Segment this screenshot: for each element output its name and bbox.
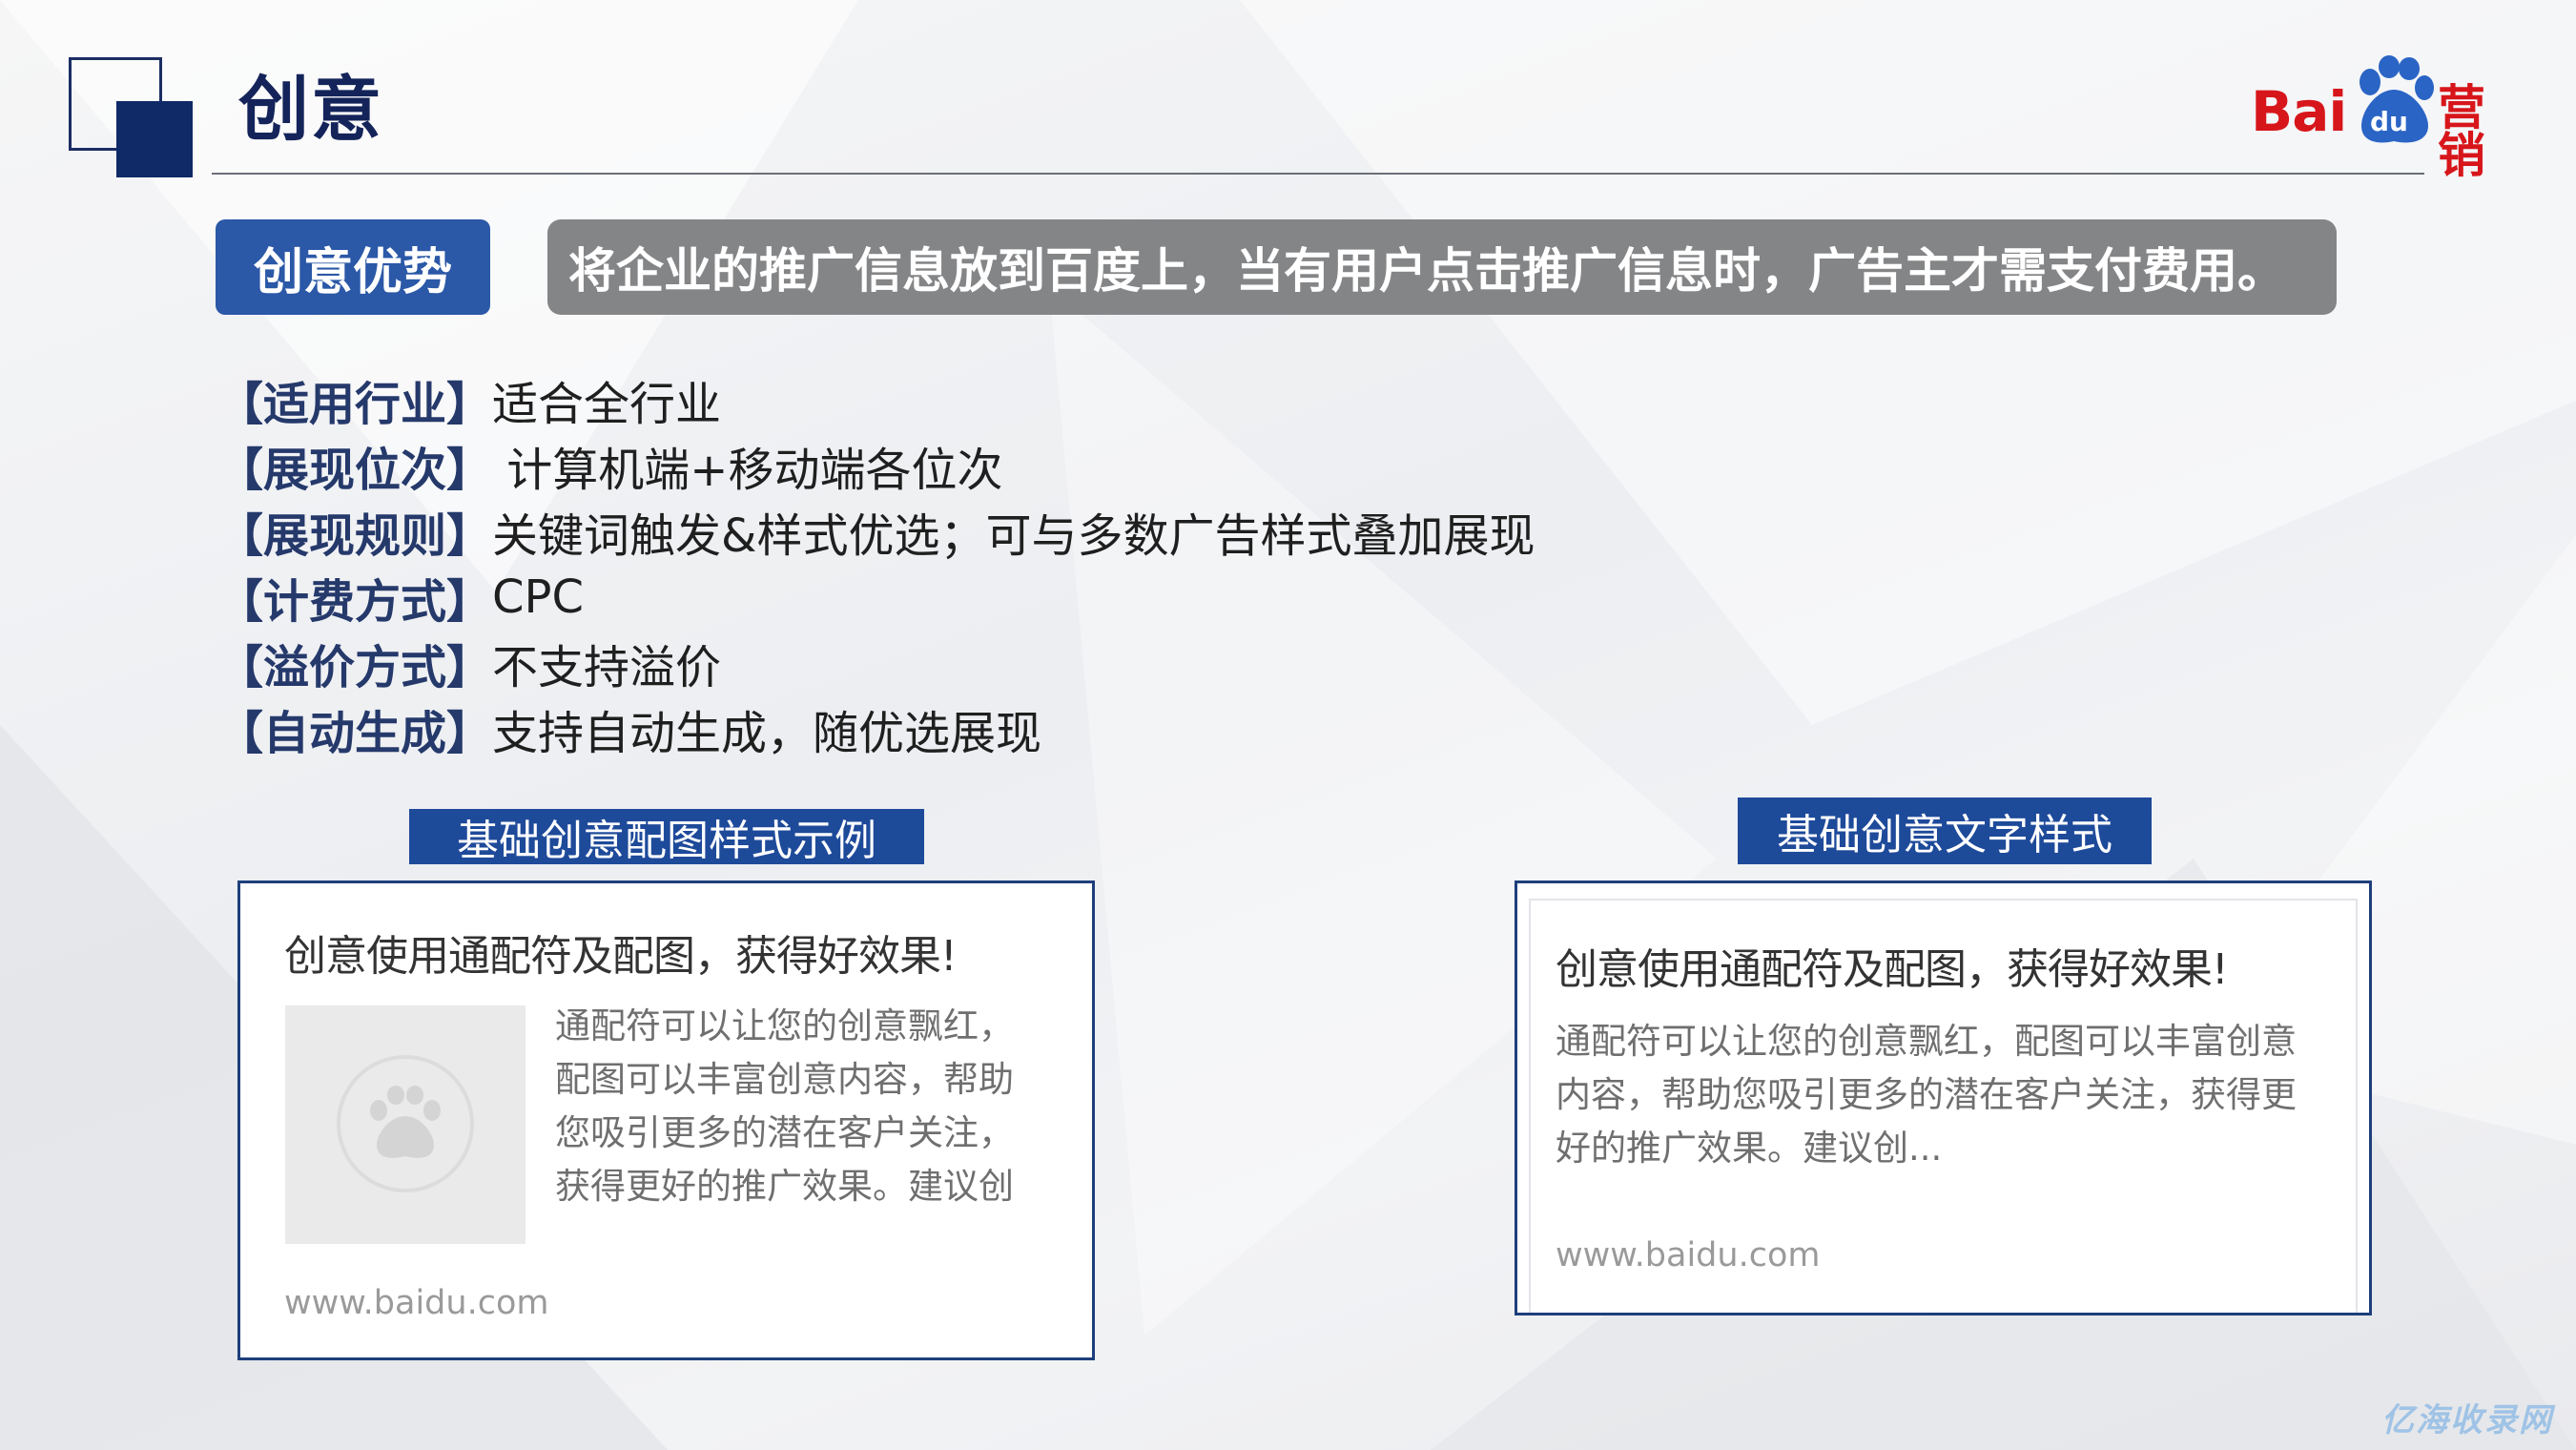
feature-value: 计算机端+移动端各位次 [492, 443, 1003, 497]
ad-description: 通配符可以让您的创意飘红，配图可以丰富创意 内容，帮助您吸引更多的潜在客户关注，… [1556, 1015, 2357, 1175]
advantage-description: 将企业的推广信息放到百度上，当有用户点击推广信息时，广告主才需支付费用。 [547, 219, 2337, 315]
header-square-fill [116, 101, 193, 177]
feature-row: 【自动生成】 支持自动生成，随优选展现 [217, 695, 1535, 761]
feature-row: 【计费方式】 CPC [217, 564, 1535, 630]
feature-key: 【自动生成】 [217, 706, 493, 760]
ad-url: www.baidu.com [284, 1284, 549, 1322]
text-style-ad-card: 创意使用通配符及配图，获得好效果! 通配符可以让您的创意飘红，配图可以丰富创意 … [1515, 880, 2372, 1315]
baidu-paw-icon [337, 1055, 474, 1192]
feature-value: 不支持溢价 [492, 640, 722, 694]
feature-key: 【适用行业】 [217, 377, 493, 431]
text-style-header: 基础创意文字样式 [1738, 798, 2152, 864]
logo-text-bai: Bai [2251, 79, 2347, 144]
watermark: 亿海收录网 [2381, 1401, 2553, 1440]
feature-key: 【计费方式】 [217, 574, 493, 629]
feature-value: 适合全行业 [492, 377, 722, 431]
title-divider [212, 173, 2424, 175]
feature-row: 【展现位次】 计算机端+移动端各位次 [217, 432, 1535, 498]
logo-text-yingxiao: 营销 [2438, 80, 2485, 183]
baidu-marketing-logo: Bai du 营销 [2251, 55, 2527, 179]
ad-thumbnail [285, 1005, 526, 1244]
feature-value: 关键词触发&样式优选；可与多数广告样式叠加展现 [492, 508, 1535, 563]
image-style-header: 基础创意配图样式示例 [409, 809, 924, 865]
feature-row: 【溢价方式】 不支持溢价 [217, 630, 1535, 695]
feature-row: 【适用行业】 适合全行业 [217, 366, 1535, 432]
ad-description-line: 通配符可以让您的创意飘红，配图可以丰富创意 [1556, 1021, 2297, 1062]
logo-text-du: du [2370, 106, 2408, 137]
feature-value: CPC [492, 570, 584, 624]
feature-key: 【展现规则】 [217, 508, 493, 563]
ad-description-line: 内容，帮助您吸引更多的潜在客户关注，获得更 [1556, 1074, 2297, 1115]
ad-description: 通配符可以让您的创意飘红， 配图可以丰富创意内容，帮助 您吸引更多的潜在客户关注… [555, 1000, 1070, 1213]
ad-description-line: 您吸引更多的潜在客户关注， [555, 1112, 1014, 1153]
ad-url: www.baidu.com [1556, 1236, 1821, 1274]
feature-key: 【展现位次】 [217, 443, 493, 497]
feature-list: 【适用行业】 适合全行业 【展现位次】 计算机端+移动端各位次 【展现规则】 关键词… [217, 366, 1535, 761]
ad-description-line: 配图可以丰富创意内容，帮助 [555, 1059, 1014, 1100]
ad-title: 创意使用通配符及配图，获得好效果! [284, 932, 958, 981]
ad-description-line: 通配符可以让您的创意飘红， [555, 1005, 1014, 1046]
ad-description-line: 好的推广效果。建议创... [1556, 1128, 1943, 1169]
feature-value: 支持自动生成，随优选展现 [492, 706, 1042, 760]
feature-row: 【展现规则】 关键词触发&样式优选；可与多数广告样式叠加展现 [217, 498, 1535, 564]
image-style-ad-card: 创意使用通配符及配图，获得好效果! 通配符可以让您的创意飘红， 配图可以丰富创意… [237, 880, 1095, 1360]
feature-key: 【溢价方式】 [217, 640, 493, 694]
advantage-label: 创意优势 [216, 219, 490, 315]
page-title: 创意 [238, 69, 383, 151]
ad-title: 创意使用通配符及配图，获得好效果! [1556, 945, 2229, 994]
ad-description-line: 获得更好的推广效果。建议创 [555, 1166, 1014, 1207]
